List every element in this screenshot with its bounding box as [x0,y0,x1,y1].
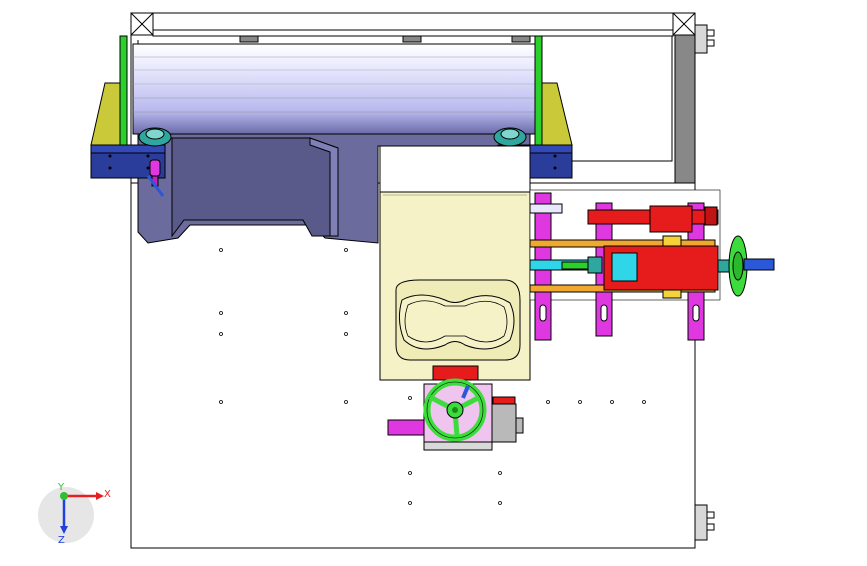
axis-y-label: Y [57,482,65,493]
yellow-bracket-left [90,82,121,146]
teal-wheel-right [493,127,527,147]
cad-viewport[interactable]: X Y Z [0,0,867,562]
roller-drum [132,43,540,135]
right-clip-bottom [694,504,715,541]
right-clip-top [694,24,715,54]
assembly-drawing: X Y Z [38,12,775,549]
side-handwheel [728,235,775,297]
axis-triad: X Y Z [38,482,111,546]
axis-x-label: X [104,489,111,500]
teal-wheel-left [138,127,172,147]
axis-z-label: Z [58,535,65,546]
tray-block [379,145,531,381]
